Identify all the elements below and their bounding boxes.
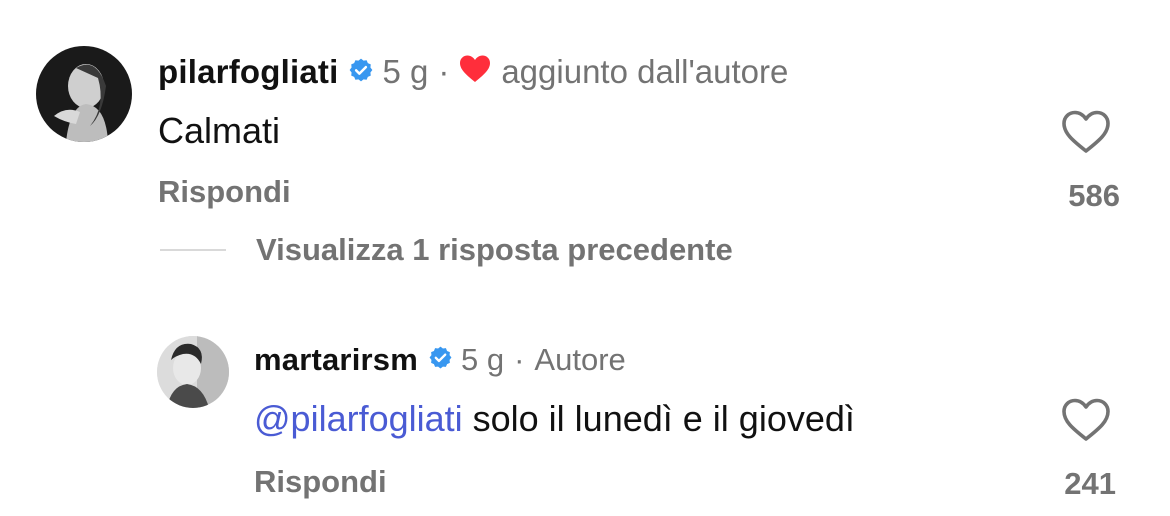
heart-outline-icon (1062, 398, 1110, 441)
separator-dot: · (514, 342, 525, 377)
mention-link[interactable]: @pilarfogliati (254, 398, 463, 439)
like-button[interactable] (1061, 398, 1111, 442)
verified-badge-icon (428, 342, 453, 378)
reply-text: @pilarfogliati solo il lunedì e il giove… (254, 398, 855, 440)
avatar-pilarfogliati[interactable] (36, 46, 132, 142)
like-count: 586 (1068, 178, 1120, 213)
reply-header: martarirsm 5 g · Autore (254, 340, 626, 380)
view-previous-replies[interactable]: Visualizza 1 risposta precedente (160, 232, 733, 268)
avatar-martarirsm[interactable] (157, 336, 229, 408)
reply-body: solo il lunedì e il giovedì (462, 398, 855, 439)
liked-by-author-label: aggiunto dall'autore (501, 53, 789, 90)
reply-button[interactable]: Rispondi (254, 464, 387, 500)
thread-divider-line (160, 249, 226, 251)
separator-dot: · (438, 53, 450, 90)
avatar-photo (36, 46, 132, 142)
author-badge: Autore (534, 342, 626, 377)
avatar-photo (157, 336, 229, 408)
comment-time: 5 g (382, 53, 429, 90)
heart-filled-icon (459, 53, 491, 91)
heart-outline-icon (1062, 110, 1110, 153)
comment-header: pilarfogliati 5 g · aggiunto dall'autore (158, 52, 788, 92)
like-count: 241 (1064, 466, 1116, 501)
like-button[interactable] (1061, 110, 1111, 154)
comment-username[interactable]: pilarfogliati (158, 53, 338, 91)
verified-badge-icon (348, 53, 374, 91)
reply-time: 5 g (460, 342, 505, 377)
comment-text: Calmati (158, 110, 281, 151)
reply-username[interactable]: martarirsm (254, 342, 418, 378)
reply-button[interactable]: Rispondi (158, 174, 291, 210)
view-replies-label: Visualizza 1 risposta precedente (256, 232, 733, 267)
